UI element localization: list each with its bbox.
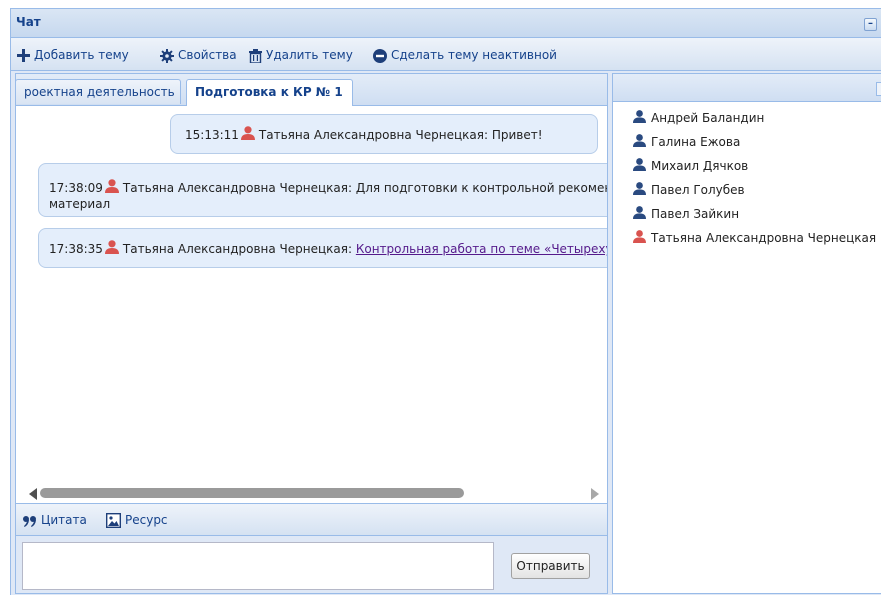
message-text: : Привет! (483, 128, 543, 142)
tab-kr-preparation[interactable]: Подготовка к КР № 1 (186, 79, 353, 106)
trash-icon (249, 48, 262, 63)
gear-icon (160, 48, 174, 63)
minimize-button[interactable]: – (864, 18, 877, 31)
properties-button[interactable]: Свойства (160, 46, 237, 64)
window-titlebar: Чат – (11, 9, 881, 38)
send-button[interactable]: Отправить (511, 553, 590, 579)
user-list-item[interactable]: Андрей Баландин (633, 106, 876, 130)
user-list-item[interactable]: Павел Зайкин (633, 202, 876, 226)
message-text: : Для подготовки к контрольной рекоменду… (347, 181, 607, 195)
user-icon (633, 230, 646, 243)
user-icon (104, 179, 119, 193)
plus-icon (17, 49, 30, 62)
user-icon (633, 182, 646, 195)
scroll-left-arrow[interactable] (29, 488, 37, 500)
message-toolbar: Цитата Ресурс (16, 503, 607, 536)
image-icon (106, 513, 121, 528)
user-icon (633, 206, 646, 219)
user-list-item[interactable]: Татьяна Александровна Чернецкая (633, 226, 876, 250)
window-title: Чат (16, 15, 41, 29)
deactivate-topic-label: Сделать тему неактивной (391, 48, 557, 62)
input-row: Отправить (16, 536, 607, 593)
user-icon (633, 158, 646, 171)
user-name: Татьяна Александровна Чернецкая (651, 231, 877, 245)
topic-toolbar: Добавить тему Свойства Удалить тему Сдел… (11, 38, 881, 71)
message-time: 17:38:35 (49, 242, 103, 256)
expand-button[interactable]: » (876, 82, 881, 96)
user-list-item[interactable]: Галина Ежова (633, 130, 876, 154)
user-icon (104, 240, 119, 254)
message-time: 15:13:11 (185, 128, 239, 142)
quote-icon (23, 515, 36, 527)
delete-topic-label: Удалить тему (266, 48, 353, 62)
user-name: Михаил Дячков (651, 159, 749, 173)
chat-window: Чат – Добавить тему Свойства Удалить тем… (10, 8, 881, 595)
user-list: Андрей Баландин Галина Ежова Михаил Дячков… (633, 106, 876, 250)
message-item: 17:38:09 Татьяна Александровна Чернецкая:… (38, 163, 607, 217)
user-name: Галина Ежова (651, 135, 741, 149)
resource-button[interactable]: Ресурс (106, 512, 168, 528)
message-text-continued: материал (49, 197, 111, 211)
scrollbar-thumb[interactable] (40, 488, 464, 498)
quote-label: Цитата (41, 513, 87, 527)
add-topic-label: Добавить тему (34, 48, 129, 62)
user-name: Павел Зайкин (651, 207, 740, 221)
user-icon (633, 134, 646, 147)
user-list-item[interactable]: Михаил Дячков (633, 154, 876, 178)
message-item: 15:13:11 Татьяна Александровна Чернецкая:… (170, 114, 598, 154)
chat-panel: роектная деятельность Подготовка к КР № … (15, 73, 608, 594)
resource-label: Ресурс (125, 513, 168, 527)
resource-link[interactable]: Контрольная работа по теме «Четырехуголь… (356, 242, 607, 256)
horizontal-scrollbar[interactable] (16, 486, 607, 500)
user-icon (633, 110, 646, 123)
message-author: Татьяна Александровна Чернецкая (258, 128, 484, 142)
users-panel: » Андрей Баландин Галина Ежова Михаил Дячк… (612, 73, 881, 594)
message-author: Татьяна Александровна Чернецкая (122, 181, 348, 195)
message-time: 17:38:09 (49, 181, 103, 195)
message-input[interactable] (22, 542, 494, 590)
message-author: Татьяна Александровна Чернецкая (122, 242, 348, 256)
deactivate-topic-button[interactable]: Сделать тему неактивной (373, 46, 557, 64)
minus-circle-icon (373, 48, 387, 63)
user-name: Андрей Баландин (651, 111, 765, 125)
quote-button[interactable]: Цитата (23, 512, 87, 528)
message-text: : (347, 242, 356, 256)
add-topic-button[interactable]: Добавить тему (17, 46, 129, 64)
message-item: 17:38:35 Татьяна Александровна Чернецкая:… (38, 228, 607, 268)
message-list[interactable]: 15:13:11 Татьяна Александровна Чернецкая:… (16, 106, 607, 481)
scroll-right-arrow[interactable] (591, 488, 599, 500)
user-name: Павел Голубев (651, 183, 745, 197)
users-panel-header: » (613, 74, 881, 102)
user-icon (240, 126, 255, 140)
properties-label: Свойства (178, 48, 237, 62)
delete-topic-button[interactable]: Удалить тему (249, 46, 353, 64)
topic-tabs: роектная деятельность Подготовка к КР № … (16, 74, 607, 106)
user-list-item[interactable]: Павел Голубев (633, 178, 876, 202)
tab-project-activity[interactable]: роектная деятельность (16, 79, 181, 104)
